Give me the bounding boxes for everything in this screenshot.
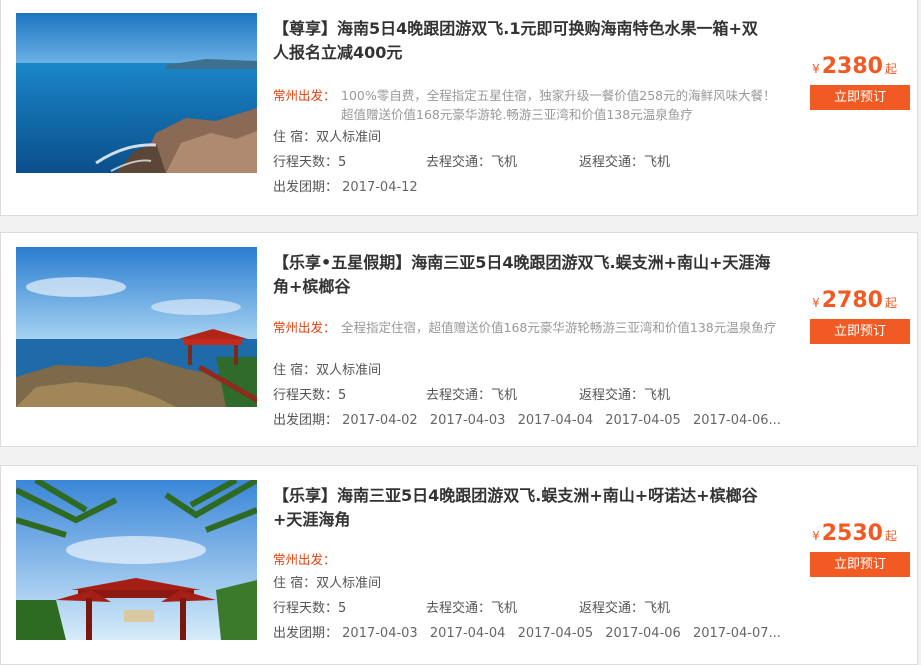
book-now-button[interactable]: 立即预订 [810, 319, 910, 344]
departure-dates-row: 出发团期： 2017-04-12 [273, 179, 793, 197]
price-unit: 起 [884, 529, 897, 543]
departure-dates-row: 出发团期： 2017-04-03 2017-04-04 2017-04-05 2… [273, 625, 793, 643]
product-image[interactable] [16, 247, 257, 407]
departure-city: 常州出发： [273, 320, 336, 335]
price: ¥2530 起 [812, 521, 897, 546]
product-description: 常州出发： 全程指定住宿，超值赠送价值168元豪华游轮畅游三亚湾和价值138元温泉… [273, 318, 783, 337]
price-value: 2380 [821, 54, 883, 79]
departure-date[interactable]: 2017-04-07... [693, 626, 781, 641]
return-transport-label: 返程交通： [579, 388, 645, 403]
departure-date[interactable]: 2017-04-03 [430, 413, 506, 428]
days-value: 5 [338, 155, 347, 170]
departure-date[interactable]: 2017-04-02 [342, 413, 418, 428]
departure-date[interactable]: 2017-04-05 [605, 413, 681, 428]
go-transport-value: 飞机 [491, 388, 518, 403]
transport-row: 行程天数：5 去程交通：飞机 返程交通：飞机 [273, 387, 793, 405]
departure-dates-label: 出发团期： [273, 413, 339, 428]
accommodation-value: 双人标准间 [316, 130, 382, 145]
days-value: 5 [338, 601, 347, 616]
go-transport-label: 去程交通： [426, 155, 492, 170]
transport-row: 行程天数：5 去程交通：飞机 返程交通：飞机 [273, 154, 793, 172]
transport-row: 行程天数：5 去程交通：飞机 返程交通：飞机 [273, 600, 793, 618]
coastal-rocks-photo [16, 13, 257, 173]
currency-symbol: ¥ [812, 529, 820, 543]
return-transport-value: 飞机 [644, 155, 671, 170]
departure-date[interactable]: 2017-04-12 [342, 180, 418, 195]
departure-date[interactable]: 2017-04-06 [605, 626, 681, 641]
description-text: 全程指定住宿，超值赠送价值168元豪华游轮畅游三亚湾和价值138元温泉鱼疗 [341, 320, 777, 335]
book-now-button[interactable]: 立即预订 [810, 85, 910, 110]
accommodation-row: 住 宿：双人标准间 [273, 362, 793, 380]
accommodation-label: 住 宿： [273, 130, 317, 145]
price: ¥2380 起 [812, 54, 897, 79]
product-description: 常州出发： [273, 550, 783, 569]
return-transport-label: 返程交通： [579, 155, 645, 170]
departure-date[interactable]: 2017-04-05 [518, 626, 594, 641]
product-title[interactable]: 【乐享•五星假期】海南三亚5日4晚跟团游双飞.蜈支洲+南山+天涯海角+槟榔谷 [273, 251, 773, 299]
departure-city: 常州出发： [273, 552, 336, 567]
description-text: 100%零自费，全程指定五星住宿，独家升级一餐价值258元的海鲜风味大餐！超值赠… [341, 88, 776, 122]
currency-symbol: ¥ [812, 62, 820, 76]
product-image[interactable] [16, 480, 257, 640]
days-label: 行程天数： [273, 155, 339, 170]
go-transport-value: 飞机 [491, 601, 518, 616]
go-transport-label: 去程交通： [426, 388, 492, 403]
product-description: 常州出发： 100%零自费，全程指定五星住宿，独家升级一餐价值258元的海鲜风味大… [273, 86, 783, 124]
accommodation-row: 住 宿：双人标准间 [273, 129, 793, 147]
price-value: 2780 [821, 288, 883, 313]
price-unit: 起 [884, 296, 897, 310]
departure-city: 常州出发： [273, 88, 336, 103]
days-value: 5 [338, 388, 347, 403]
departure-date[interactable]: 2017-04-04 [518, 413, 594, 428]
departure-dates-label: 出发团期： [273, 626, 339, 641]
go-transport-label: 去程交通： [426, 601, 492, 616]
seaside-pavilion-photo [16, 247, 257, 407]
departure-date[interactable]: 2017-04-06... [693, 413, 781, 428]
departure-dates-row: 出发团期： 2017-04-02 2017-04-03 2017-04-04 2… [273, 412, 793, 430]
days-label: 行程天数： [273, 388, 339, 403]
book-now-button[interactable]: 立即预订 [810, 552, 910, 577]
accommodation-value: 双人标准间 [316, 363, 382, 378]
price: ¥2780 起 [812, 288, 897, 313]
go-transport-value: 飞机 [491, 155, 518, 170]
return-transport-value: 飞机 [644, 601, 671, 616]
price-unit: 起 [884, 62, 897, 76]
return-transport-label: 返程交通： [579, 601, 645, 616]
palm-gate-photo [16, 480, 257, 640]
product-card: 【尊享】海南5日4晚跟团游双飞.1元即可换购海南特色水果一箱+双人报名立减400… [0, 0, 918, 216]
accommodation-label: 住 宿： [273, 576, 317, 591]
product-image[interactable] [16, 13, 257, 173]
product-title[interactable]: 【尊享】海南5日4晚跟团游双飞.1元即可换购海南特色水果一箱+双人报名立减400… [273, 17, 773, 65]
departure-date[interactable]: 2017-04-04 [430, 626, 506, 641]
price-value: 2530 [821, 521, 883, 546]
accommodation-row: 住 宿：双人标准间 [273, 575, 793, 593]
departure-dates-label: 出发团期： [273, 180, 339, 195]
product-card: 【乐享•五星假期】海南三亚5日4晚跟团游双飞.蜈支洲+南山+天涯海角+槟榔谷 常… [0, 232, 918, 447]
product-card: 【乐享】海南三亚5日4晚跟团游双飞.蜈支洲+南山+呀诺达+槟榔谷+天涯海角 常州… [0, 465, 918, 665]
currency-symbol: ¥ [812, 296, 820, 310]
days-label: 行程天数： [273, 601, 339, 616]
accommodation-label: 住 宿： [273, 363, 317, 378]
departure-date[interactable]: 2017-04-03 [342, 626, 418, 641]
accommodation-value: 双人标准间 [316, 576, 382, 591]
product-title[interactable]: 【乐享】海南三亚5日4晚跟团游双飞.蜈支洲+南山+呀诺达+槟榔谷+天涯海角 [273, 484, 773, 532]
return-transport-value: 飞机 [644, 388, 671, 403]
